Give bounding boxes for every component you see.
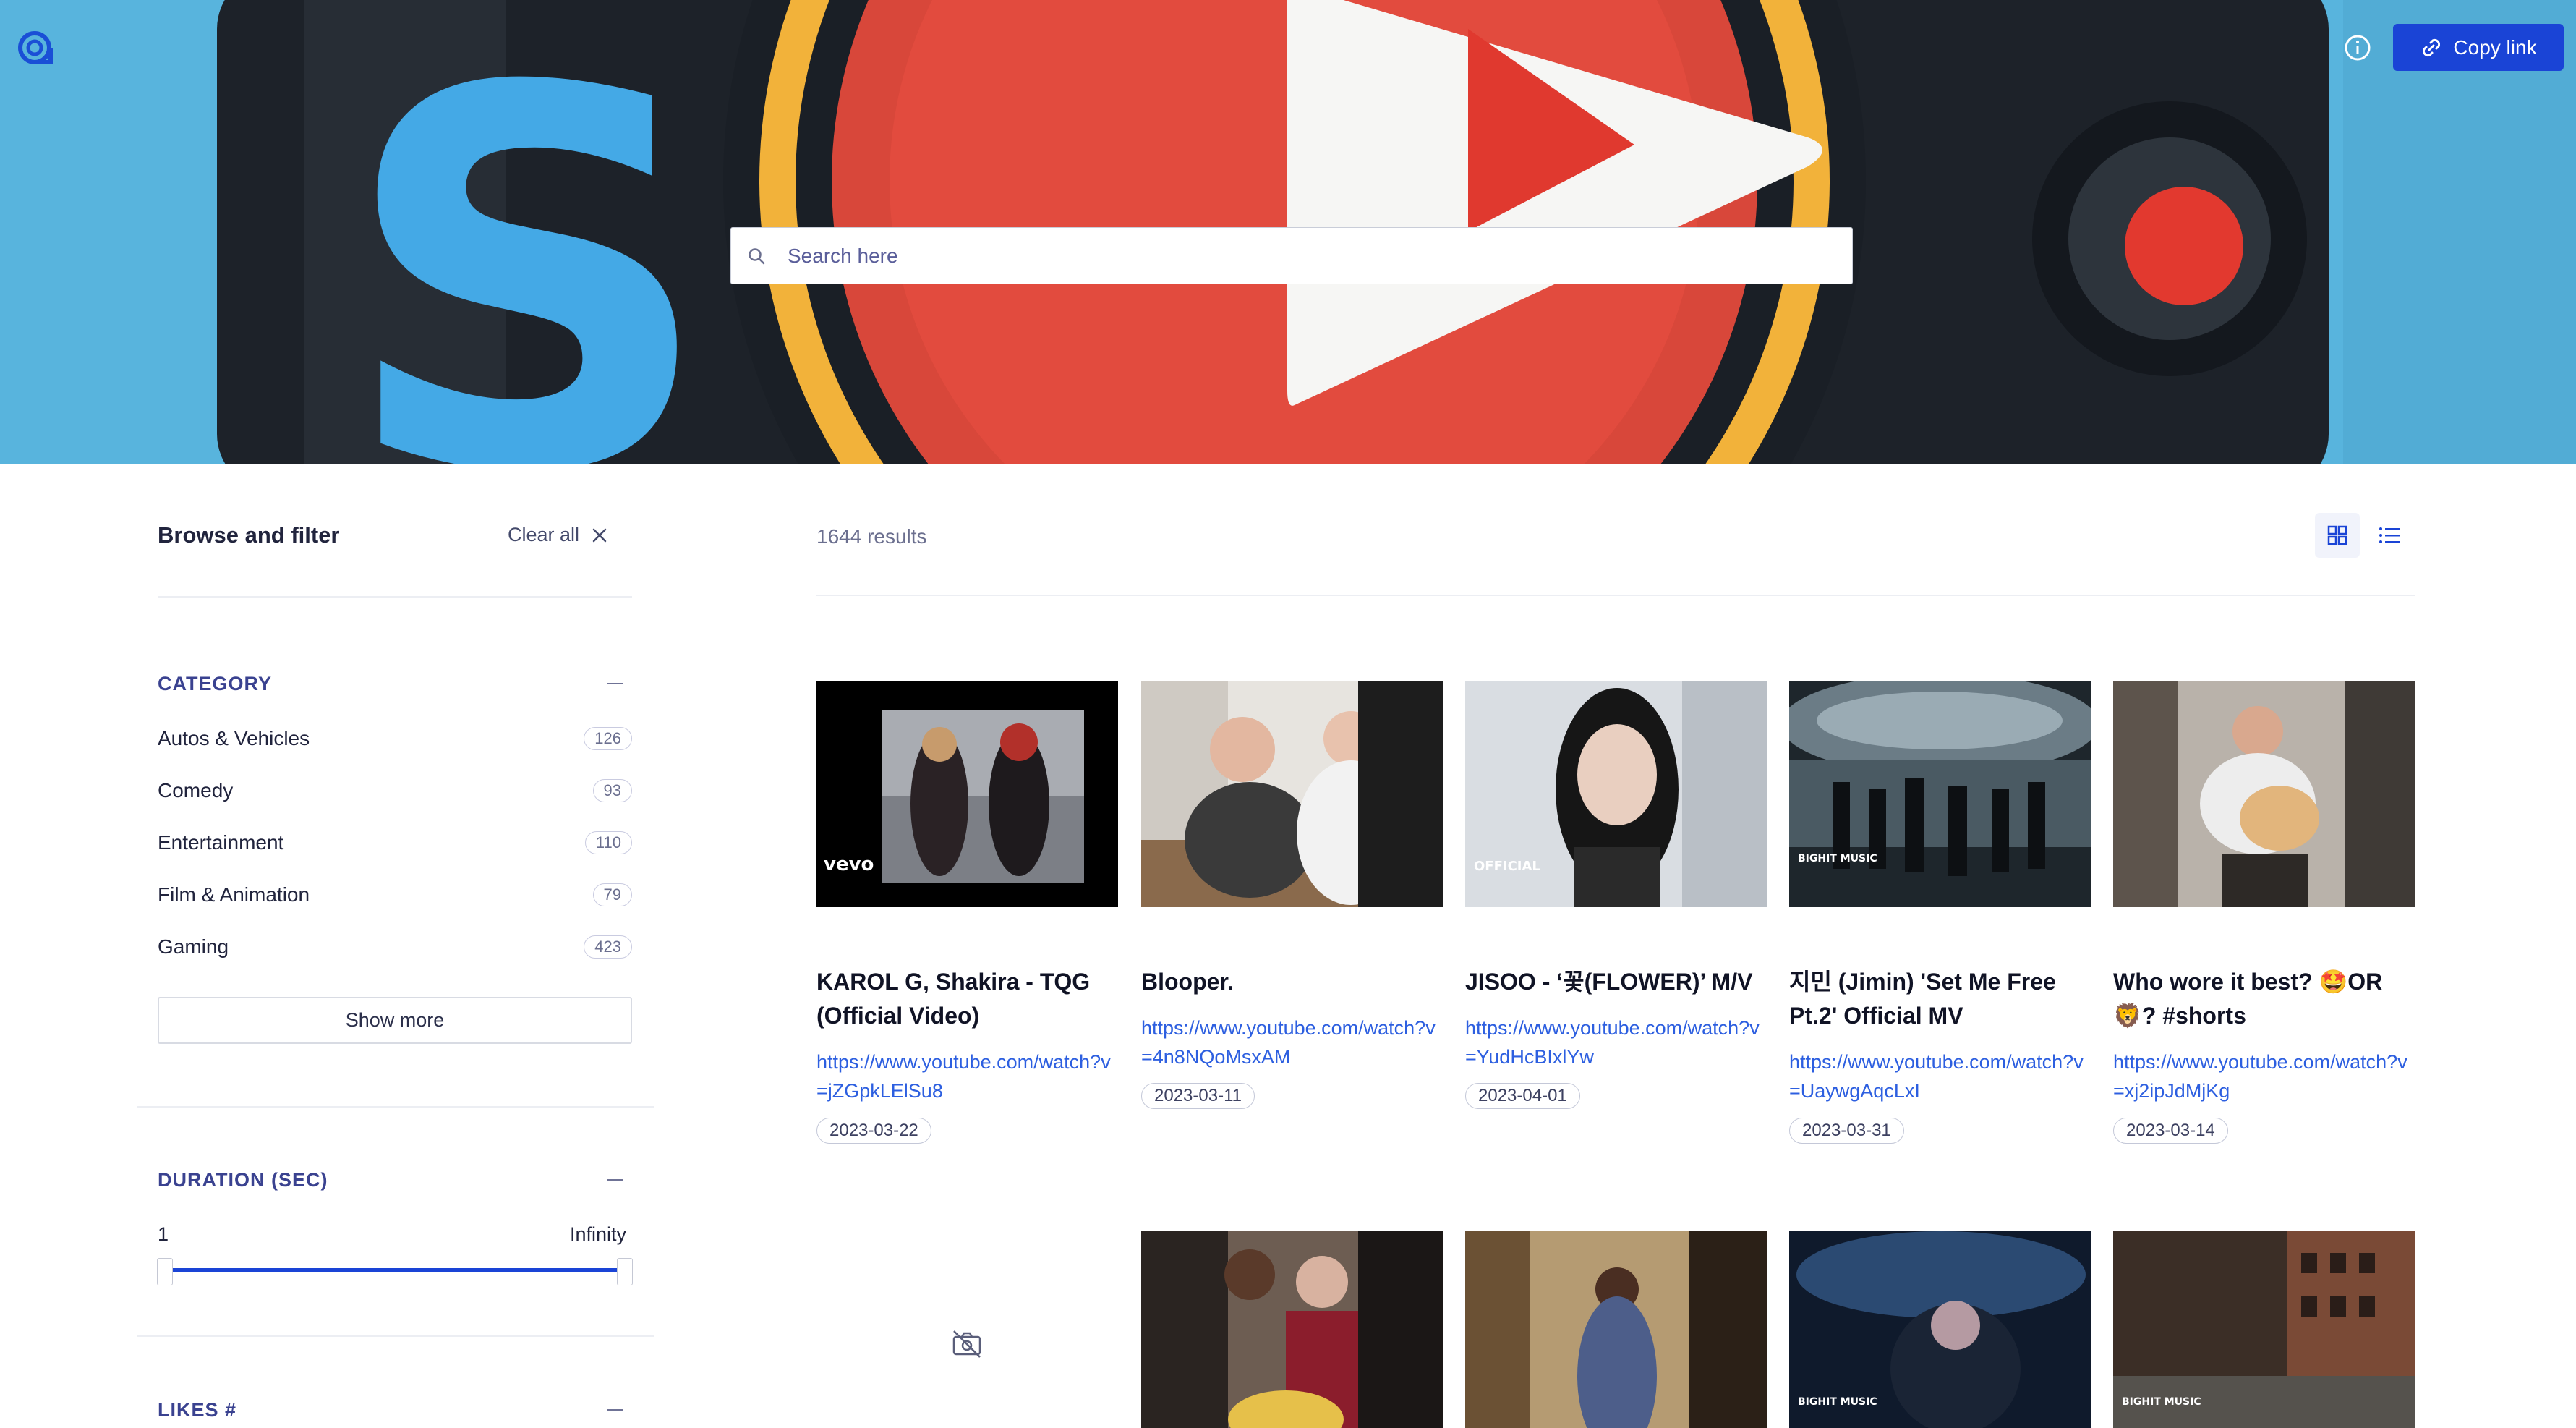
likes-title: LIKES #: [158, 1399, 237, 1421]
duration-slider-track[interactable]: [165, 1268, 625, 1272]
video-thumbnail[interactable]: [1465, 1231, 1767, 1428]
category-item-comedy[interactable]: Comedy 93: [158, 773, 632, 809]
video-url[interactable]: https://www.youtube.com/watch?v=YudHcBIx…: [1465, 1013, 1767, 1071]
video-card-no-image[interactable]: [816, 1231, 1118, 1428]
video-thumbnail[interactable]: OFFICIAL: [1465, 681, 1767, 907]
video-card[interactable]: [1465, 1231, 1767, 1428]
duration-title: DURATION (SEC): [158, 1169, 328, 1191]
video-card[interactable]: vevo KAROL G, Shakira - TQG (Official Vi…: [816, 681, 1118, 1151]
category-item-entertainment[interactable]: Entertainment 110: [158, 825, 632, 861]
clear-all-button[interactable]: Clear all: [508, 524, 608, 546]
divider: [816, 595, 2415, 596]
video-thumbnail[interactable]: vevo: [816, 681, 1118, 907]
category-count: 110: [584, 831, 632, 854]
grid-icon: [2327, 525, 2347, 545]
close-icon: [592, 528, 607, 542]
video-date: 2023-03-11: [1141, 1083, 1255, 1109]
video-title[interactable]: Who wore it best? 🤩OR🦁? #shorts: [2113, 965, 2415, 1033]
duration-slider-min-handle[interactable]: [157, 1258, 173, 1285]
video-url[interactable]: https://www.youtube.com/watch?v=4n8NQoMs…: [1141, 1013, 1443, 1071]
video-date: 2023-03-14: [2113, 1118, 2228, 1144]
video-title[interactable]: 지민 (Jimin) 'Set Me Free Pt.2' Official M…: [1789, 965, 2091, 1033]
clear-all-label: Clear all: [508, 524, 580, 545]
bighit-badge: BIGHIT MUSIC: [2122, 1396, 2201, 1408]
info-icon[interactable]: [2343, 33, 2372, 62]
vevo-badge: vevo: [824, 854, 874, 875]
duration-slider-max-handle[interactable]: [617, 1258, 633, 1285]
category-item-autos[interactable]: Autos & Vehicles 126: [158, 721, 632, 757]
search-box[interactable]: [730, 227, 1853, 284]
video-card[interactable]: BIGHIT MUSIC: [1789, 1231, 2091, 1428]
category-count: 79: [592, 883, 632, 906]
bighit-badge: BIGHIT MUSIC: [1798, 853, 1877, 864]
video-title[interactable]: KAROL G, Shakira - TQG (Official Video): [816, 965, 1118, 1033]
video-date: 2023-04-01: [1465, 1083, 1580, 1109]
video-card[interactable]: Who wore it best? 🤩OR🦁? #shorts https://…: [2113, 681, 2415, 1151]
show-more-button[interactable]: Show more: [158, 997, 632, 1044]
category-item-film-animation[interactable]: Film & Animation 79: [158, 877, 632, 913]
duration-max-label: Infinity: [570, 1223, 627, 1245]
divider: [158, 596, 632, 598]
video-url[interactable]: https://www.youtube.com/watch?v=UaywgAqc…: [1789, 1047, 2091, 1105]
video-title[interactable]: Blooper.: [1141, 965, 1443, 999]
list-icon: [2379, 527, 2400, 543]
collapse-duration-icon[interactable]: [607, 1179, 623, 1181]
search-input[interactable]: [788, 244, 1800, 268]
video-card[interactable]: OFFICIAL JISOO - ‘꽃(FLOWER)’ M/V https:/…: [1465, 681, 1767, 1115]
sidebar-title: Browse and filter: [158, 522, 340, 548]
collapse-likes-icon[interactable]: [607, 1409, 623, 1411]
video-url[interactable]: https://www.youtube.com/watch?v=xj2ipJdM…: [2113, 1047, 2415, 1105]
category-count: 126: [584, 727, 632, 750]
video-thumbnail[interactable]: [1141, 681, 1443, 907]
video-card[interactable]: [1141, 1231, 1443, 1428]
divider: [137, 1335, 654, 1337]
category-title: CATEGORY: [158, 673, 273, 694]
video-card[interactable]: Blooper. https://www.youtube.com/watch?v…: [1141, 681, 1443, 1115]
svg-text:S: S: [340, 0, 715, 464]
video-thumbnail[interactable]: BIGHIT MUSIC: [1789, 1231, 2091, 1428]
video-card[interactable]: BIGHIT MUSIC: [2113, 1231, 2415, 1428]
list-view-button[interactable]: [2367, 513, 2412, 558]
divider: [137, 1106, 654, 1108]
video-thumbnail[interactable]: [1141, 1231, 1443, 1428]
category-label: Entertainment: [158, 831, 284, 854]
yg-official-badge: OFFICIAL: [1474, 859, 1540, 874]
link-icon: [2423, 38, 2441, 56]
category-label: Film & Animation: [158, 883, 310, 906]
video-url[interactable]: https://www.youtube.com/watch?v=jZGpkLEl…: [816, 1047, 1118, 1105]
video-thumbnail[interactable]: [2113, 681, 2415, 907]
hero-banner: S Copy link: [0, 0, 2576, 464]
video-date: 2023-03-31: [1789, 1118, 1904, 1144]
results-count: 1644 results: [816, 525, 927, 548]
video-thumbnail[interactable]: BIGHIT MUSIC: [1789, 681, 2091, 907]
collapse-category-icon[interactable]: [607, 683, 623, 684]
video-title[interactable]: JISOO - ‘꽃(FLOWER)’ M/V: [1465, 965, 1767, 999]
category-item-gaming[interactable]: Gaming 423: [158, 929, 632, 965]
category-count: 423: [584, 935, 632, 959]
filter-sidebar: Browse and filter Clear all CATEGORY Aut…: [137, 464, 654, 1428]
copy-link-label: Copy link: [2453, 35, 2537, 59]
algolia-logo-icon[interactable]: [16, 27, 56, 68]
video-thumbnail[interactable]: BIGHIT MUSIC: [2113, 1231, 2415, 1428]
category-label: Gaming: [158, 935, 229, 958]
no-image-icon: [952, 1330, 981, 1358]
category-label: Autos & Vehicles: [158, 727, 310, 749]
search-icon: [749, 247, 765, 264]
video-date: 2023-03-22: [816, 1118, 931, 1144]
bighit-badge: BIGHIT MUSIC: [1798, 1396, 1877, 1408]
grid-view-button[interactable]: [2315, 513, 2360, 558]
category-count: 93: [592, 779, 632, 802]
category-label: Comedy: [158, 779, 234, 802]
copy-link-button[interactable]: Copy link: [2393, 24, 2564, 71]
duration-min-label: 1: [158, 1223, 169, 1245]
video-card[interactable]: BIGHIT MUSIC 지민 (Jimin) 'Set Me Free Pt.…: [1789, 681, 2091, 1151]
